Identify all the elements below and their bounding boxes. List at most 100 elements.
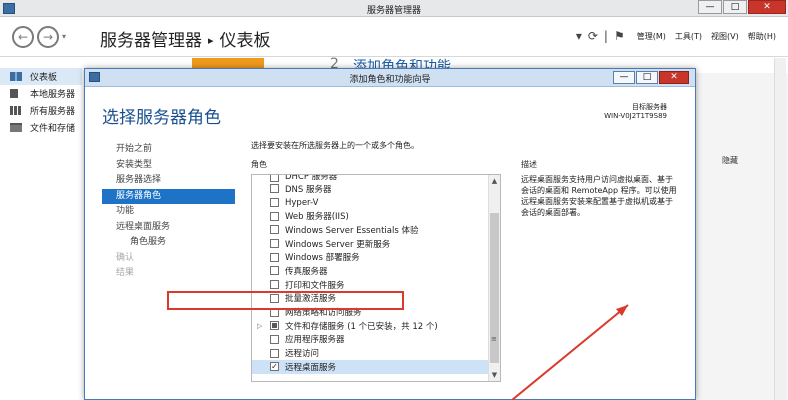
role-item[interactable]: 远程访问 xyxy=(252,346,488,360)
role-label: 远程访问 xyxy=(285,349,320,360)
role-checkbox[interactable] xyxy=(270,198,279,208)
wizard-step: 结果 xyxy=(116,268,135,278)
role-item[interactable]: 网络策略和访问服务 xyxy=(252,305,488,319)
wizard-minimize-button[interactable]: — xyxy=(613,71,635,84)
role-checkbox[interactable] xyxy=(270,348,279,358)
wizard-maximize-button[interactable]: □ xyxy=(636,71,658,84)
role-checkbox[interactable] xyxy=(270,266,279,276)
wizard-step[interactable]: 安装类型 xyxy=(102,158,235,174)
role-checkbox[interactable] xyxy=(270,225,279,235)
role-item[interactable]: 批量激活服务 xyxy=(252,292,488,306)
role-item[interactable]: 打印和文件服务 xyxy=(252,278,488,292)
wizard-window-controls: — □ ✕ xyxy=(612,71,689,84)
role-label: 应用程序服务器 xyxy=(285,335,345,346)
maximize-button[interactable]: □ xyxy=(723,0,747,14)
role-label: 批量激活服务 xyxy=(285,294,337,305)
expand-icon[interactable]: ▷ xyxy=(257,322,262,330)
role-checkbox[interactable]: ✓ xyxy=(270,362,279,372)
role-label: 打印和文件服务 xyxy=(285,280,345,291)
role-checkbox[interactable] xyxy=(270,334,279,344)
menu-manage[interactable]: 管理(M) xyxy=(637,31,666,42)
role-checkbox[interactable] xyxy=(270,280,279,290)
sidebar-item-file-storage[interactable]: 文件和存储 xyxy=(0,119,82,136)
breadcrumb-current: 仪表板 xyxy=(219,31,271,51)
description-text: 远程桌面服务支持用户访问虚拟桌面、基于会话的桌面和 RemoteApp 程序。可… xyxy=(521,175,677,217)
local-server-icon xyxy=(10,89,18,98)
sidebar-item-label: 所有服务器 xyxy=(30,107,76,117)
sidebar: 仪表板 本地服务器 所有服务器 文件和存储 xyxy=(0,68,82,400)
role-checkbox[interactable] xyxy=(270,307,279,317)
role-checkbox[interactable] xyxy=(270,239,279,249)
role-label: Windows Server 更新服务 xyxy=(285,239,391,250)
add-roles-wizard-dialog: 添加角色和功能向导 — □ ✕ 选择服务器角色 目标服务器 WIN-V0J2T1… xyxy=(84,68,696,400)
role-checkbox[interactable] xyxy=(270,321,279,331)
refresh-icon[interactable]: ⟳ xyxy=(588,29,598,43)
role-label: 网络策略和访问服务 xyxy=(285,308,362,319)
wizard-step[interactable]: 服务器选择 xyxy=(102,173,235,189)
role-label: 文件和存储服务 (1 个已安装，共 12 个) xyxy=(285,321,438,332)
role-label: 远程桌面服务 xyxy=(285,362,337,373)
role-item[interactable]: 应用程序服务器 xyxy=(252,333,488,347)
role-item[interactable]: ✓ 远程桌面服务 xyxy=(252,359,488,374)
wizard-step[interactable]: 开始之前 xyxy=(102,142,235,158)
notifications-flag-icon[interactable]: ⚑ xyxy=(614,29,625,43)
role-item[interactable]: ▷ 文件和存储服务 (1 个已安装，共 12 个) xyxy=(252,319,488,333)
breadcrumb: 服务器管理器 ▸ 仪表板 xyxy=(100,26,271,51)
roles-list: DHCP 服务器 DNS 服务器 Hyper-V Web 服务器(IIS) Window… xyxy=(251,174,501,382)
file-storage-icon xyxy=(10,123,22,132)
sidebar-item-label: 文件和存储 xyxy=(30,124,76,134)
breadcrumb-root[interactable]: 服务器管理器 xyxy=(100,31,202,51)
role-checkbox[interactable] xyxy=(270,184,279,194)
close-button[interactable]: ✕ xyxy=(748,0,786,14)
window-titlebar: 服务器管理器 — □ ✕ xyxy=(0,0,788,17)
roles-list-scrollbar[interactable]: ▲ ≡ ▼ xyxy=(488,175,500,381)
role-item[interactable]: Hyper-V xyxy=(252,196,488,210)
instruction-text: 选择要安装在所选服务器上的一个或多个角色。 xyxy=(251,141,419,150)
refresh-dropdown-icon[interactable]: ▾ xyxy=(576,29,582,43)
dashboard-scrollbar[interactable] xyxy=(774,58,786,400)
sidebar-item-dashboard[interactable]: 仪表板 xyxy=(0,68,82,85)
role-item[interactable]: Windows Server Essentials 体验 xyxy=(252,223,488,237)
role-item[interactable]: Web 服务器(IIS) xyxy=(252,209,488,223)
role-item[interactable]: DNS 服务器 xyxy=(252,182,488,196)
window-controls: — □ ✕ xyxy=(697,0,786,14)
role-checkbox[interactable] xyxy=(270,211,279,221)
hide-link[interactable]: 隐藏 xyxy=(722,155,738,166)
wizard-step[interactable]: 服务器角色 xyxy=(102,188,235,204)
all-servers-icon xyxy=(10,106,22,115)
dashboard-icon xyxy=(10,72,22,81)
role-checkbox[interactable] xyxy=(270,293,279,303)
role-item[interactable]: 传真服务器 xyxy=(252,264,488,278)
wizard-step[interactable]: 远程桌面服务 xyxy=(102,220,235,236)
role-label: Web 服务器(IIS) xyxy=(285,212,349,223)
role-label: Hyper-V xyxy=(285,197,319,208)
menu-help[interactable]: 帮助(H) xyxy=(748,31,776,42)
scroll-down-icon[interactable]: ▼ xyxy=(489,369,500,381)
role-item[interactable]: Windows Server 更新服务 xyxy=(252,237,488,251)
wizard-title: 添加角色和功能向导 xyxy=(349,75,431,85)
wizard-step: 确认 xyxy=(116,252,135,263)
sidebar-item-local-server[interactable]: 本地服务器 xyxy=(0,85,82,102)
target-server-info: 目标服务器 WIN-V0J2T1T9S89 xyxy=(604,103,667,121)
sidebar-item-all-servers[interactable]: 所有服务器 xyxy=(0,102,82,119)
history-dropdown-icon[interactable]: ▾ xyxy=(62,32,66,41)
scroll-up-icon[interactable]: ▲ xyxy=(489,175,500,187)
menu-view[interactable]: 视图(V) xyxy=(711,31,739,42)
role-checkbox[interactable] xyxy=(270,175,279,182)
role-item[interactable]: DHCP 服务器 xyxy=(252,175,488,182)
role-label: Windows 部署服务 xyxy=(285,253,360,264)
roles-rows: DHCP 服务器 DNS 服务器 Hyper-V Web 服务器(IIS) Window… xyxy=(252,175,488,374)
header-tools: ▾ ⟳ | ⚑ 管理(M) 工具(T) 视图(V) 帮助(H) xyxy=(573,29,776,43)
wizard-step[interactable]: 功能 xyxy=(102,204,235,220)
wizard-close-button[interactable]: ✕ xyxy=(659,71,689,84)
roles-heading: 角色 xyxy=(251,160,267,169)
role-item[interactable]: Windows 部署服务 xyxy=(252,250,488,264)
role-label: 传真服务器 xyxy=(285,266,328,277)
wizard-step[interactable]: 角色服务 xyxy=(102,235,235,251)
menu-tools[interactable]: 工具(T) xyxy=(675,31,702,42)
back-button[interactable]: ← xyxy=(12,26,34,48)
minimize-button[interactable]: — xyxy=(698,0,722,14)
forward-button[interactable]: → xyxy=(37,26,59,48)
role-label: DHCP 服务器 xyxy=(285,175,338,182)
role-checkbox[interactable] xyxy=(270,252,279,262)
